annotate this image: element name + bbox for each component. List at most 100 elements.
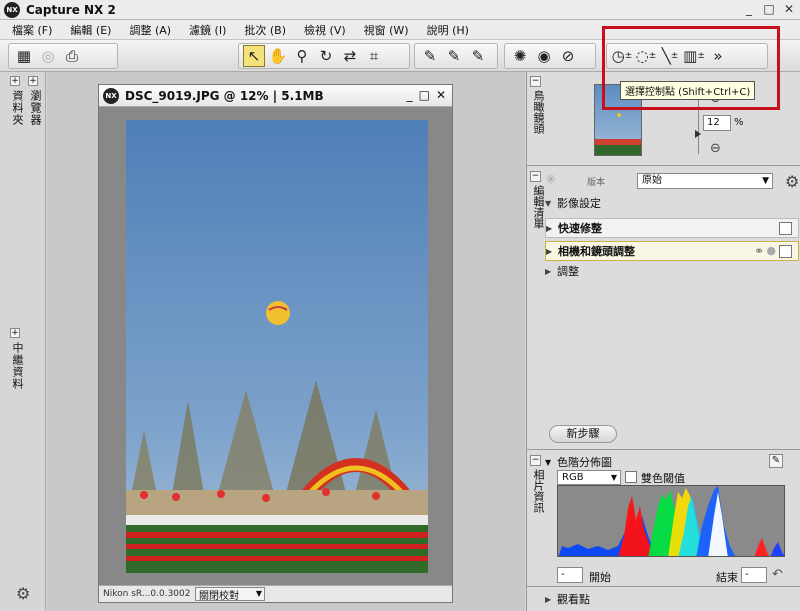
more-tools-chevron-icon[interactable]: » bbox=[707, 45, 729, 67]
folders-toggle-icon[interactable]: + bbox=[10, 76, 20, 86]
toolbar-group-workspace: ▦ ◎ ⎙ bbox=[8, 43, 118, 69]
image-settings-section[interactable]: ▼ 影像設定 bbox=[545, 193, 799, 213]
dual-threshold-checkbox[interactable] bbox=[625, 471, 637, 483]
channel-select[interactable]: RGB ▼ bbox=[557, 470, 621, 485]
neutral-point-icon[interactable]: ✎ bbox=[443, 45, 465, 67]
toolbar-group-tools: ↖ ✋ ⚲ ↻ ⇄ ⌗ bbox=[238, 43, 410, 69]
select-control-point-icon[interactable]: ◷ ± bbox=[611, 45, 633, 67]
soft-proof-value: 關閉校對 bbox=[199, 590, 239, 602]
menu-adjust[interactable]: 調整 (A) bbox=[129, 22, 171, 38]
expand-triangle-icon: ▼ bbox=[545, 198, 552, 208]
folders-tab[interactable]: 資料夾 bbox=[7, 90, 24, 126]
quick-fix-step[interactable]: ▶ 快速修整 bbox=[545, 218, 799, 238]
histogram-start-input[interactable]: - bbox=[557, 567, 583, 583]
birdseye-toggle-icon[interactable]: − bbox=[530, 76, 541, 87]
zoom-input[interactable]: 12 bbox=[703, 115, 731, 131]
red-eye-icon[interactable]: ◉ bbox=[533, 45, 555, 67]
soft-proof-select[interactable]: 關閉校對 ▼ bbox=[195, 587, 265, 602]
menu-bar: 檔案 (F) 編輯 (E) 調整 (A) 濾鏡 (I) 批次 (B) 檢視 (V… bbox=[0, 20, 800, 40]
quick-fix-label: 快速修整 bbox=[558, 222, 602, 235]
white-point-icon[interactable]: ✎ bbox=[467, 45, 489, 67]
divider bbox=[527, 165, 800, 166]
menu-file[interactable]: 檔案 (F) bbox=[12, 22, 52, 38]
app-title: Capture NX 2 bbox=[26, 2, 116, 17]
histogram-graph[interactable] bbox=[557, 485, 785, 557]
histogram-start-label: 開始 bbox=[589, 571, 611, 584]
image-close-button[interactable]: ✕ bbox=[436, 88, 446, 102]
menu-edit[interactable]: 編輯 (E) bbox=[70, 22, 111, 38]
eyedropper-icon[interactable]: ✎ bbox=[769, 454, 783, 468]
new-step-button[interactable]: 新步驟 bbox=[549, 425, 617, 443]
photo-info-toggle-icon[interactable]: − bbox=[530, 455, 541, 466]
image-statusbar: Nikon sR...0.0.3002 關閉校對 ▼ bbox=[99, 585, 452, 602]
maximize-button[interactable]: □ bbox=[762, 2, 776, 16]
balloon bbox=[266, 301, 290, 325]
close-button[interactable]: ✕ bbox=[782, 2, 796, 16]
browser-tab[interactable]: 瀏覽器 bbox=[25, 90, 42, 126]
black-point-icon[interactable]: ✎ bbox=[419, 45, 441, 67]
straighten-tool-icon[interactable]: ⇄ bbox=[339, 45, 361, 67]
image-window-logo-icon: NX bbox=[103, 87, 119, 104]
retouch-brush-icon[interactable]: ⊘ bbox=[557, 45, 579, 67]
link-icon[interactable]: ⚭ bbox=[754, 244, 764, 258]
right-panel: − 鳥瞰鏡頭 ⊕ 12 % ⊖ − 編輯清單 ✳ 版本 原始 ▼ ⚙ ▼ 影像設… bbox=[526, 72, 800, 611]
menu-window[interactable]: 視窗 (W) bbox=[364, 22, 409, 38]
settings-gear-icon[interactable]: ⚙ bbox=[16, 584, 30, 603]
camera-icon[interactable]: ◎ bbox=[37, 45, 59, 67]
minimize-button[interactable]: _ bbox=[742, 2, 756, 16]
metadata-tab[interactable]: 中繼資料 bbox=[7, 342, 24, 390]
version-label: 版本 bbox=[587, 177, 606, 188]
edit-list-gear-icon[interactable]: ⚙ bbox=[785, 172, 799, 191]
image-window[interactable]: NX DSC_9019.JPG @ 12% | 5.1MB _ □ ✕ Niko… bbox=[98, 84, 453, 603]
view-point-section[interactable]: ▶ 觀看點 bbox=[545, 591, 590, 607]
histogram-end-input[interactable]: - bbox=[741, 567, 767, 583]
camera-lens-step[interactable]: ▶ 相機和鏡頭調整 ⚭ ● bbox=[545, 241, 799, 261]
image-window-titlebar[interactable]: NX DSC_9019.JPG @ 12% | 5.1MB _ □ ✕ bbox=[99, 85, 452, 107]
birdseye-tab[interactable]: 鳥瞰鏡頭 bbox=[530, 90, 545, 134]
selection-brush-icon[interactable]: ╲ ± bbox=[659, 45, 681, 67]
camera-lens-label: 相機和鏡頭調整 bbox=[558, 245, 635, 258]
toolbar-group-correction: ✺ ◉ ⊘ bbox=[504, 43, 596, 69]
divider bbox=[527, 449, 800, 450]
expand-triangle-icon: ▶ bbox=[545, 594, 552, 604]
control-point-tooltip: 選擇控制點 (Shift+Ctrl+C) bbox=[620, 81, 756, 100]
photo-canvas[interactable] bbox=[126, 120, 428, 573]
print-icon[interactable]: ⎙ bbox=[61, 45, 83, 67]
edit-list-toggle-icon[interactable]: − bbox=[530, 171, 541, 182]
quick-fix-checkbox[interactable] bbox=[779, 222, 792, 235]
menu-batch[interactable]: 批次 (B) bbox=[244, 22, 286, 38]
image-settings-label: 影像設定 bbox=[557, 197, 601, 210]
app-logo-icon: NX bbox=[4, 1, 20, 18]
image-maximize-button[interactable]: □ bbox=[419, 88, 430, 102]
edit-list-header: ✳ 版本 原始 ▼ ⚙ bbox=[545, 170, 799, 192]
direct-select-tool-icon[interactable]: ↖ bbox=[243, 45, 265, 67]
metadata-toggle-icon[interactable]: + bbox=[10, 328, 20, 338]
rotate-tool-icon[interactable]: ↻ bbox=[315, 45, 337, 67]
zoom-slider-thumb[interactable] bbox=[695, 130, 701, 138]
zoom-out-icon[interactable]: ⊖ bbox=[710, 141, 721, 156]
camera-lens-checkbox[interactable] bbox=[779, 245, 792, 258]
zoom-slider-track[interactable] bbox=[698, 94, 699, 154]
histogram-header[interactable]: ▼ 色階分佈圖 bbox=[545, 453, 799, 471]
workspace-layout-icon[interactable]: ▦ bbox=[13, 45, 35, 67]
menu-help[interactable]: 說明 (H) bbox=[427, 22, 469, 38]
menu-view[interactable]: 檢視 (V) bbox=[304, 22, 346, 38]
hand-tool-icon[interactable]: ✋ bbox=[267, 45, 289, 67]
edit-list-tab[interactable]: 編輯清單 bbox=[530, 185, 545, 229]
gradient-selection-icon[interactable]: ▥ ± bbox=[683, 45, 705, 67]
lasso-selection-icon[interactable]: ◌ ± bbox=[635, 45, 657, 67]
menu-filter[interactable]: 濾鏡 (I) bbox=[189, 22, 226, 38]
zoom-tool-icon[interactable]: ⚲ bbox=[291, 45, 313, 67]
reset-icon[interactable]: ↶ bbox=[772, 567, 783, 582]
adjust-section[interactable]: ▶ 調整 bbox=[545, 261, 799, 281]
browser-toggle-icon[interactable]: + bbox=[28, 76, 38, 86]
version-select[interactable]: 原始 ▼ bbox=[637, 173, 773, 189]
image-window-title: DSC_9019.JPG @ 12% | 5.1MB bbox=[125, 88, 324, 103]
auto-retouch-icon[interactable]: ✺ bbox=[509, 45, 531, 67]
photo-info-tab[interactable]: 相片資訊 bbox=[530, 469, 545, 513]
histogram-title: 色階分佈圖 bbox=[557, 456, 612, 469]
image-minimize-button[interactable]: _ bbox=[407, 88, 413, 102]
opacity-dot-icon[interactable]: ● bbox=[766, 244, 776, 257]
crop-tool-icon[interactable]: ⌗ bbox=[363, 45, 385, 67]
histogram-end-label: 結束 bbox=[716, 571, 738, 584]
